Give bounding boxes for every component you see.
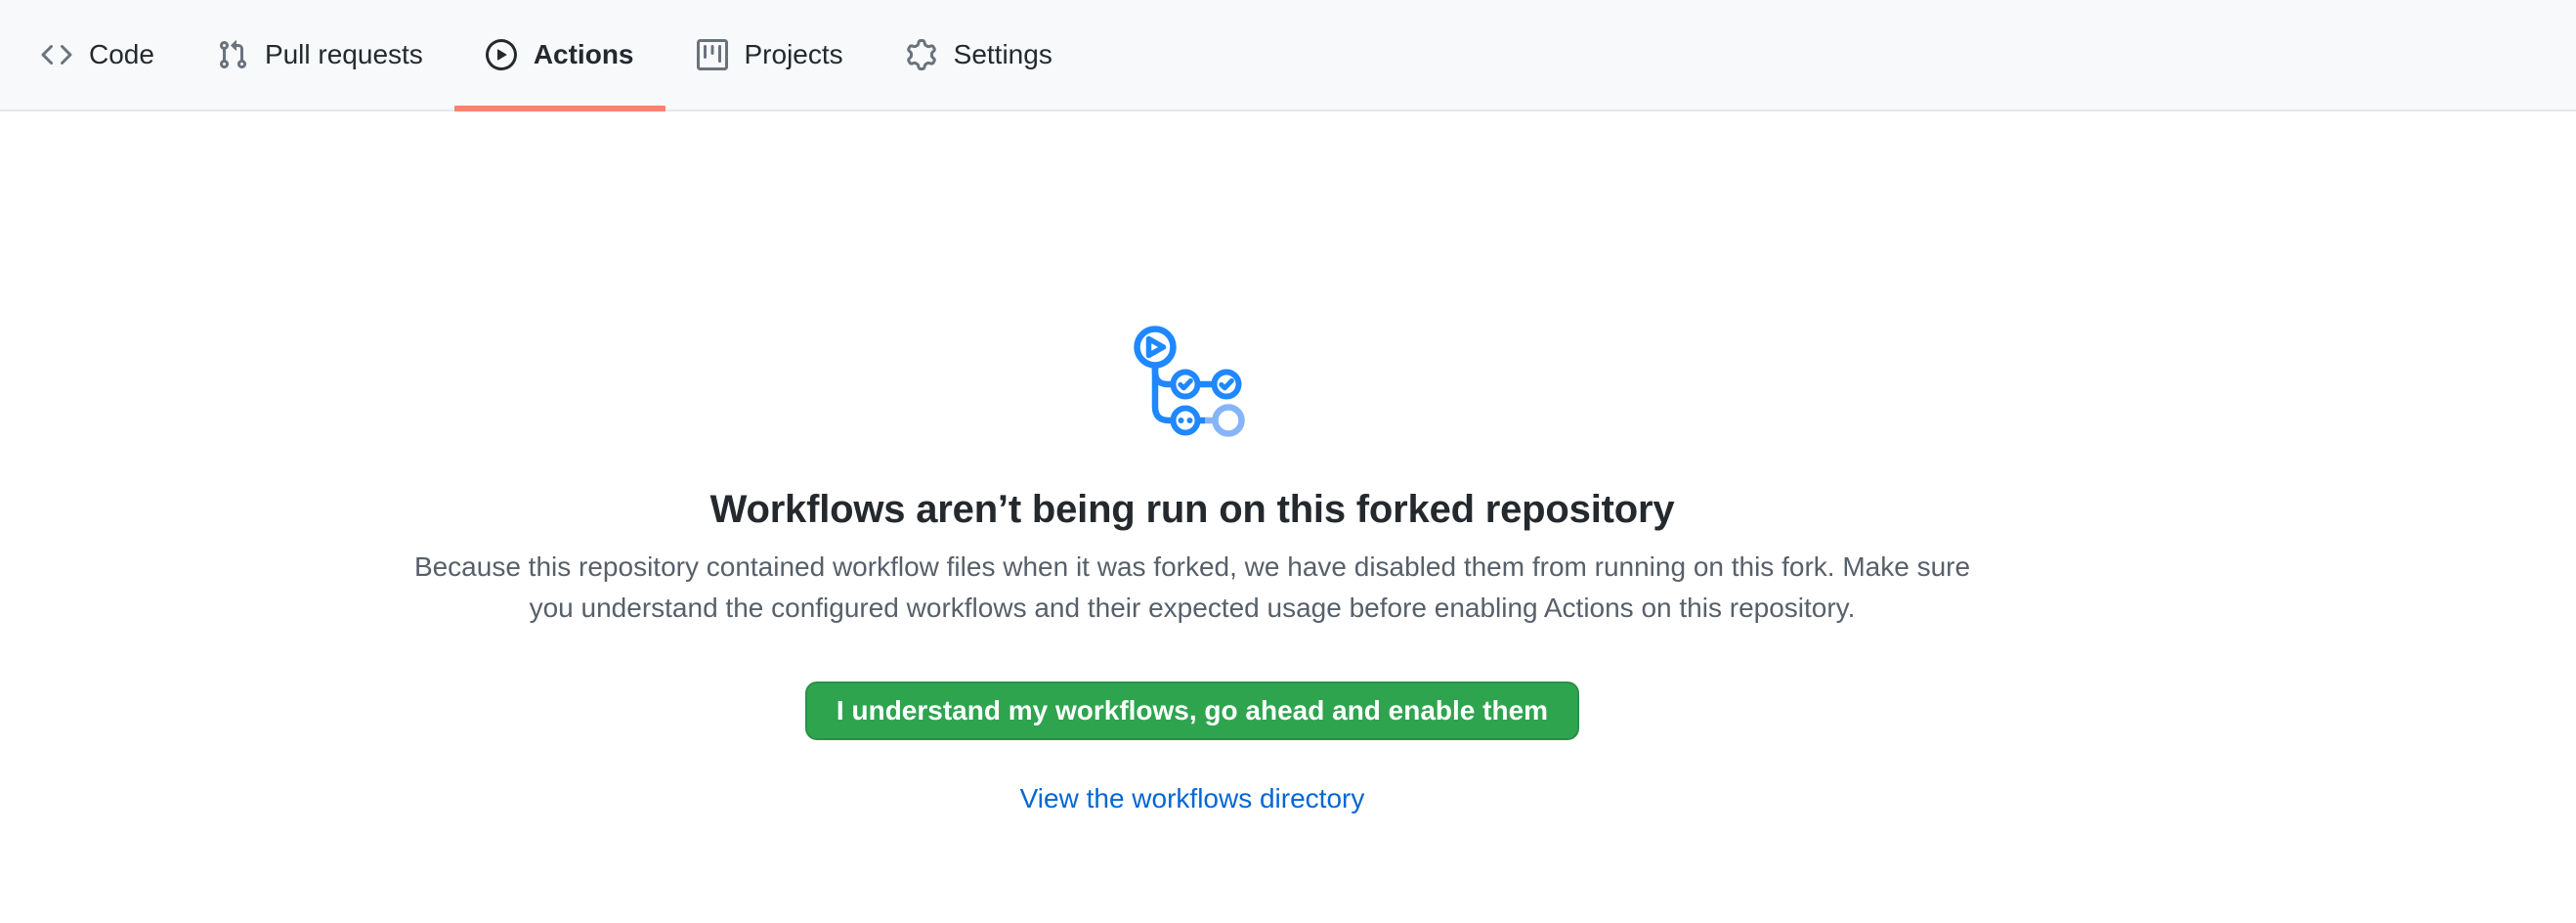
tab-pull-requests[interactable]: Pull requests xyxy=(186,0,454,110)
workflow-graph-icon xyxy=(1119,313,1266,450)
tab-settings[interactable]: Settings xyxy=(875,0,1084,110)
gear-icon xyxy=(906,39,937,70)
tab-code[interactable]: Code xyxy=(10,0,186,110)
tab-actions[interactable]: Actions xyxy=(454,0,665,110)
tab-projects[interactable]: Projects xyxy=(665,0,875,110)
tab-label: Projects xyxy=(745,41,843,68)
project-icon xyxy=(697,39,728,70)
play-icon xyxy=(486,39,517,70)
tab-label: Code xyxy=(89,41,154,68)
enable-workflows-button[interactable]: I understand my workflows, go ahead and … xyxy=(805,681,1579,740)
code-icon xyxy=(41,39,72,70)
empty-state-description: Because this repository contained workfl… xyxy=(406,547,1979,629)
tab-label: Pull requests xyxy=(265,41,423,68)
tab-label: Settings xyxy=(954,41,1052,68)
tab-label: Actions xyxy=(534,41,634,68)
secondary-action-row: View the workflows directory xyxy=(0,783,2384,814)
view-workflows-directory-link[interactable]: View the workflows directory xyxy=(1020,783,1365,814)
actions-empty-state: Workflows aren’t being run on this forke… xyxy=(0,111,2384,814)
empty-state-title: Workflows aren’t being run on this forke… xyxy=(0,484,2384,535)
git-pull-request-icon xyxy=(217,39,248,70)
active-tab-underline xyxy=(454,106,665,111)
repo-tab-nav: Code Pull requests Actions Projects Sett… xyxy=(0,0,2576,111)
